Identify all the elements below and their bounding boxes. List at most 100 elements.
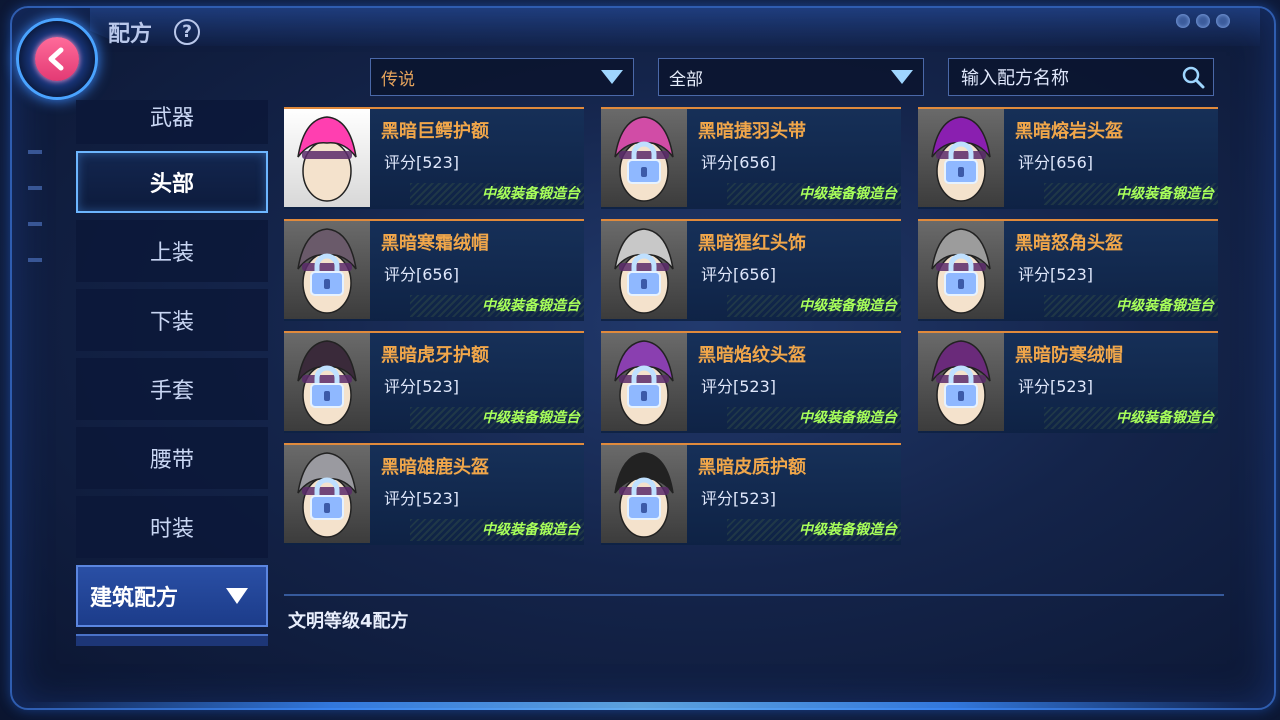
sidebar-item-label: 下装 (149, 310, 194, 335)
recipe-source: 中级装备锻造台 (1044, 407, 1218, 429)
search-box (948, 58, 1214, 97)
recipe-source: 中级装备锻造台 (1044, 295, 1218, 317)
recipe-source: 中级装备锻造台 (727, 183, 901, 205)
recipe-name: 黑暗防寒绒帽 (1015, 345, 1123, 366)
sidebar-group-label: 建筑配方 (90, 586, 179, 611)
recipe-source: 中级装备锻造台 (410, 183, 584, 205)
item-portrait (284, 445, 370, 543)
recipe-score: 评分[656] (384, 265, 460, 284)
lock-icon (306, 365, 348, 409)
recipe-card[interactable]: 黑暗雄鹿头盔 评分[523] 中级装备锻造台 (284, 443, 584, 545)
item-portrait (601, 221, 687, 319)
item-portrait (284, 109, 370, 207)
sidebar-item-gloves[interactable]: 手套 (76, 358, 268, 420)
recipe-card[interactable]: 黑暗巨鳄护额 评分[523] 中级装备锻造台 (284, 107, 584, 209)
recipe-name: 黑暗捷羽头带 (698, 121, 806, 142)
recipe-source: 中级装备锻造台 (410, 295, 584, 317)
recipe-score: 评分[523] (701, 489, 777, 508)
recipe-card[interactable]: 黑暗猩红头饰 评分[656] 中级装备锻造台 (601, 219, 901, 321)
recipe-score: 评分[656] (1018, 153, 1094, 172)
recipe-card[interactable]: 黑暗寒霜绒帽 评分[656] 中级装备锻造台 (284, 219, 584, 321)
category-value: 全部 (669, 69, 703, 90)
lock-icon (940, 365, 982, 409)
title-bar (90, 8, 1260, 46)
recipe-name: 黑暗熔岩头盔 (1015, 121, 1123, 142)
recipe-name: 黑暗雄鹿头盔 (381, 457, 489, 478)
sidebar-item-weapon[interactable]: 武器 (76, 100, 268, 144)
chevron-down-icon (601, 70, 623, 84)
item-portrait (284, 221, 370, 319)
lock-icon (940, 253, 982, 297)
recipe-card[interactable]: 黑暗防寒绒帽 评分[523] 中级装备锻造台 (918, 331, 1218, 433)
recipe-card[interactable]: 黑暗捷羽头带 评分[656] 中级装备锻造台 (601, 107, 901, 209)
back-arrow-icon (35, 37, 79, 81)
sidebar-item-label: 武器 (149, 106, 194, 131)
category-dropdown[interactable]: 全部 (658, 58, 924, 96)
sidebar-item-bottom[interactable]: 下装 (76, 289, 268, 351)
sidebar-item-top[interactable]: 上装 (76, 220, 268, 282)
recipe-score: 评分[523] (384, 377, 460, 396)
recipe-score: 评分[656] (701, 265, 777, 284)
recipe-name: 黑暗巨鳄护额 (381, 121, 489, 142)
sidebar-group-building[interactable]: 建筑配方 (76, 565, 268, 627)
search-input[interactable] (949, 59, 1183, 97)
chevron-down-icon (891, 70, 913, 84)
help-icon[interactable]: ? (174, 19, 200, 45)
lock-icon (623, 477, 665, 521)
item-portrait (918, 221, 1004, 319)
lock-icon (623, 141, 665, 185)
recipe-name: 黑暗猩红头饰 (698, 233, 806, 254)
back-button[interactable] (16, 18, 98, 100)
recipe-card[interactable]: 黑暗怒角头盔 评分[523] 中级装备锻造台 (918, 219, 1218, 321)
sidebar-item-fashion[interactable]: 时装 (76, 496, 268, 558)
lock-icon (623, 365, 665, 409)
lock-icon (306, 253, 348, 297)
sidebar-item-label: 腰带 (149, 448, 194, 473)
item-portrait (601, 109, 687, 207)
item-portrait (601, 445, 687, 543)
item-portrait (918, 109, 1004, 207)
recipe-card[interactable]: 黑暗皮质护额 评分[523] 中级装备锻造台 (601, 443, 901, 545)
sidebar-item-label: 上装 (149, 241, 194, 266)
recipe-source: 中级装备锻造台 (410, 407, 584, 429)
rarity-dropdown[interactable]: 传说 (370, 58, 634, 96)
recipe-score: 评分[523] (384, 153, 460, 172)
recipe-name: 黑暗怒角头盔 (1015, 233, 1123, 254)
divider (284, 594, 1224, 596)
recipe-source: 中级装备锻造台 (727, 519, 901, 541)
category-sidebar: 武器 头部 上装 下装 手套 腰带 时装 建筑配方 (76, 100, 268, 646)
lock-icon (306, 477, 348, 521)
frame-glow (20, 702, 1260, 710)
sidebar-next-item[interactable] (76, 634, 268, 646)
recipe-score: 评分[523] (701, 377, 777, 396)
recipe-source: 中级装备锻造台 (410, 519, 584, 541)
side-decoration (28, 150, 42, 294)
triangle-down-icon (226, 588, 248, 604)
recipe-score: 评分[656] (701, 153, 777, 172)
item-portrait (918, 333, 1004, 431)
page-title: 配方 (108, 22, 153, 47)
recipe-grid: 黑暗巨鳄护额 评分[523] 中级装备锻造台 黑暗捷羽头带 评分[656] 中级装备锻造台… (284, 107, 1224, 545)
recipe-source: 中级装备锻造台 (1044, 183, 1218, 205)
recipe-score: 评分[523] (1018, 377, 1094, 396)
recipe-name: 黑暗虎牙护额 (381, 345, 489, 366)
recipe-card[interactable]: 黑暗虎牙护额 评分[523] 中级装备锻造台 (284, 331, 584, 433)
recipe-card[interactable]: 黑暗熔岩头盔 评分[656] 中级装备锻造台 (918, 107, 1218, 209)
recipe-card[interactable]: 黑暗焰纹头盔 评分[523] 中级装备锻造台 (601, 331, 901, 433)
recipe-name: 黑暗焰纹头盔 (698, 345, 806, 366)
recipe-source: 中级装备锻造台 (727, 407, 901, 429)
window-dots (1176, 14, 1230, 28)
sidebar-item-label: 时装 (149, 517, 194, 542)
sidebar-item-head[interactable]: 头部 (76, 151, 268, 213)
sidebar-item-label: 手套 (149, 379, 194, 404)
item-portrait (284, 333, 370, 431)
civ-level-label: 文明等级4配方 (288, 611, 409, 632)
sidebar-item-belt[interactable]: 腰带 (76, 427, 268, 489)
recipe-name: 黑暗皮质护额 (698, 457, 806, 478)
search-icon[interactable] (1181, 65, 1205, 89)
sidebar-item-label: 头部 (149, 172, 194, 197)
recipe-name: 黑暗寒霜绒帽 (381, 233, 489, 254)
lock-icon (940, 141, 982, 185)
recipe-score: 评分[523] (384, 489, 460, 508)
lock-icon (623, 253, 665, 297)
